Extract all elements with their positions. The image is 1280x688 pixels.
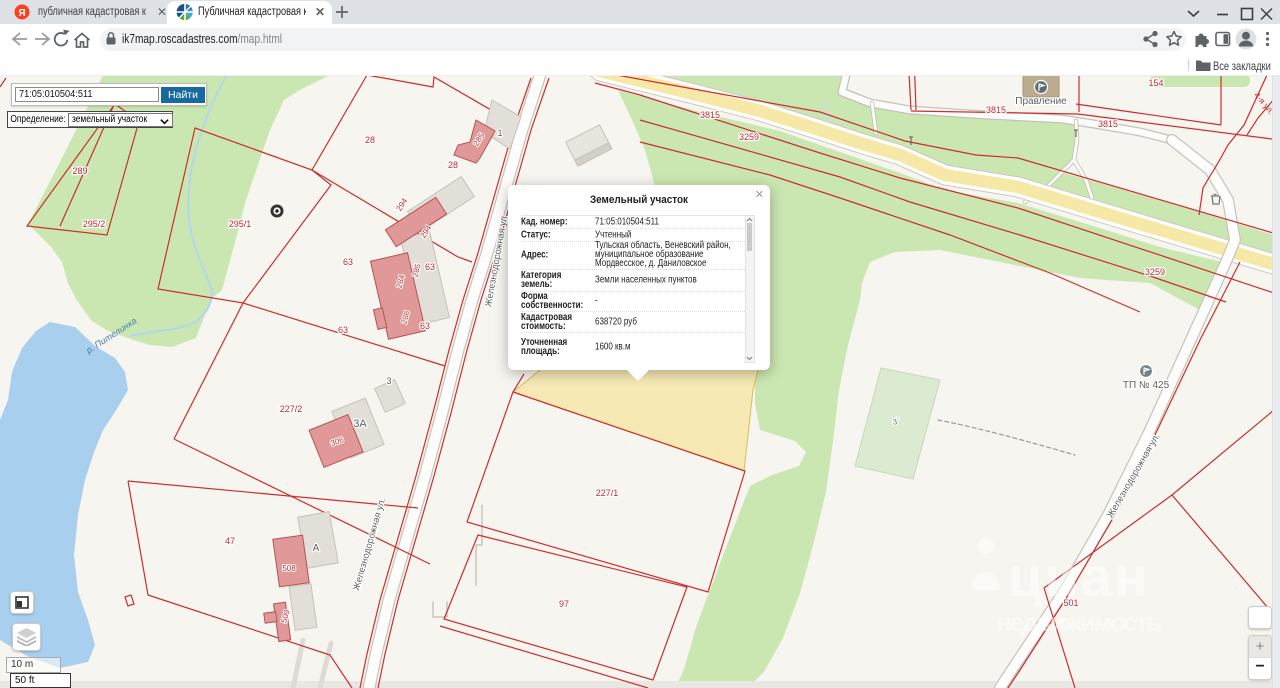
svg-text:63: 63	[338, 325, 348, 335]
svg-text:ТП № 425: ТП № 425	[1123, 380, 1170, 391]
svg-text:А: А	[313, 543, 320, 554]
svg-text:227/2: 227/2	[280, 404, 303, 414]
svg-text:недвижимость: недвижимость	[996, 607, 1162, 637]
svg-text:63: 63	[420, 321, 430, 331]
svg-text:1: 1	[497, 128, 502, 138]
svg-text:3259: 3259	[739, 132, 759, 142]
svg-text:97: 97	[559, 599, 569, 609]
svg-text:227/1: 227/1	[596, 488, 619, 498]
svg-text:28: 28	[448, 160, 458, 170]
svg-text:циан: циан	[1008, 545, 1150, 608]
svg-text:3А: 3А	[353, 418, 367, 430]
svg-text:3815: 3815	[1098, 119, 1118, 129]
svg-text:3: 3	[386, 376, 391, 386]
svg-text:289: 289	[72, 166, 87, 176]
svg-text:Я: Я	[18, 8, 25, 19]
svg-text:Правление: Правление	[1015, 96, 1067, 107]
svg-text:3259: 3259	[1145, 267, 1165, 277]
svg-text:295/2: 295/2	[83, 219, 106, 229]
svg-text:47: 47	[225, 536, 235, 546]
svg-text:154: 154	[1148, 78, 1163, 88]
svg-text:28: 28	[365, 135, 375, 145]
svg-text:63: 63	[425, 262, 435, 272]
svg-text:3815: 3815	[700, 110, 720, 120]
svg-text:63: 63	[343, 257, 353, 267]
svg-text:508: 508	[282, 564, 296, 573]
svg-text:3815: 3815	[986, 105, 1006, 115]
svg-text:295/1: 295/1	[229, 219, 252, 229]
